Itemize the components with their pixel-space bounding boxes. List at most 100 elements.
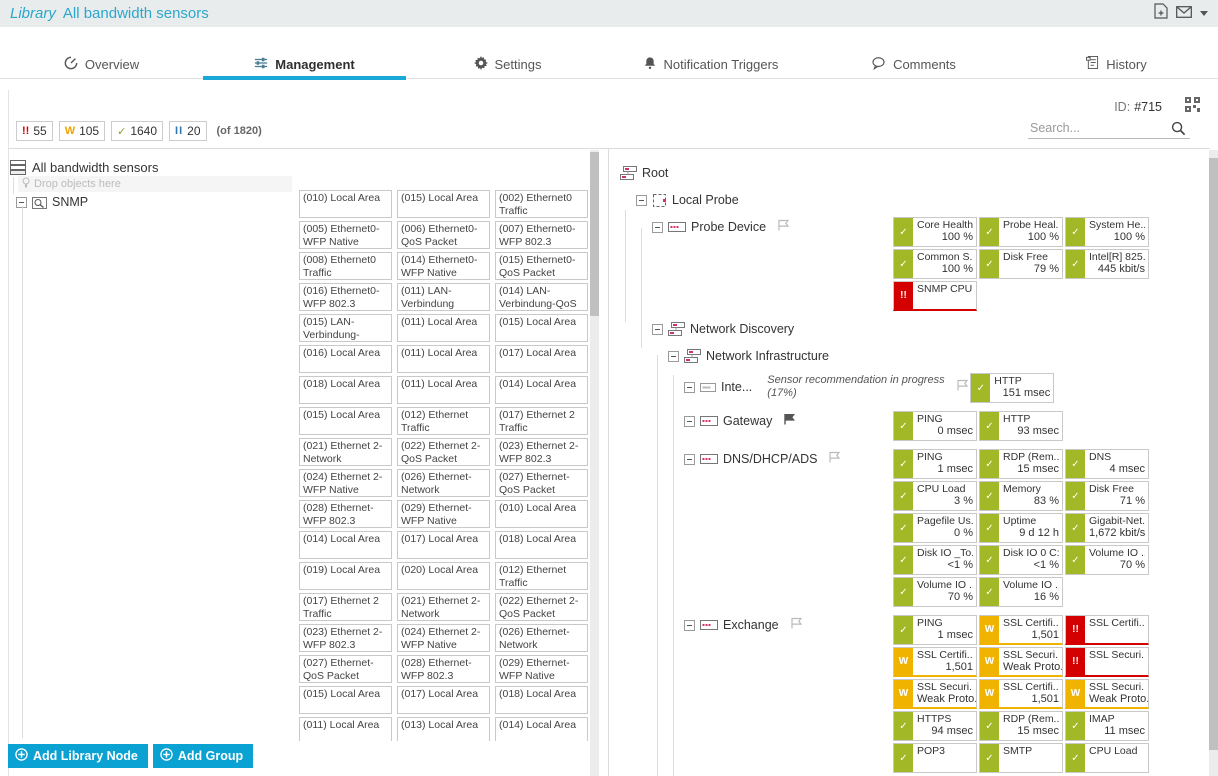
search-input[interactable] [1028,119,1190,139]
library-sensor-box[interactable]: (028) Ethernet-WFP 802.3 [299,500,392,528]
library-sensor-box[interactable]: (021) Ethernet 2-Network [397,593,490,621]
tree-node-label[interactable]: Inte... [721,379,752,395]
tree-collapse-toggle[interactable] [652,324,663,335]
sensor-chip[interactable]: ✓System He...100 % [1065,217,1149,247]
sensor-chip[interactable]: !!SSL Securi... [1065,647,1149,677]
tab-notification-triggers[interactable]: Notification Triggers [609,50,812,78]
breadcrumb[interactable]: Library [10,5,56,22]
library-sensor-box[interactable]: (026) Ethernet-Network [397,469,490,497]
library-sensor-box[interactable]: (011) Local Area [299,717,392,741]
sensor-chip[interactable]: WSSL Securi...Weak Proto... [1065,679,1149,709]
library-sensor-box[interactable]: (018) Local Area [495,686,588,714]
library-sensor-box[interactable]: (006) Ethernet0-QoS Packet [397,221,490,249]
sensor-chip[interactable]: ✓RDP (Rem...15 msec [979,711,1063,741]
new-object-icon[interactable] [1154,3,1168,24]
library-sensor-box[interactable]: (016) Ethernet0-WFP 802.3 [299,283,392,311]
drop-target[interactable]: Drop objects here [18,176,292,192]
sensor-chip[interactable]: ✓Disk IO 0 C:<1 % [979,545,1063,575]
library-sensor-box[interactable]: (014) Local Area [299,531,392,559]
sensor-chip[interactable]: ✓RDP (Rem...15 msec [979,449,1063,479]
sensor-chip[interactable]: WSSL Certifi...1,501 [893,647,977,677]
flag-icon[interactable] [777,218,791,236]
library-sensor-box[interactable]: (023) Ethernet 2-WFP 802.3 [299,624,392,652]
library-sensor-box[interactable]: (011) Local Area [397,345,490,373]
sensor-chip[interactable]: !!SSL Certifi... [1065,615,1149,645]
sensor-chip[interactable]: ✓Volume IO ...70 % [1065,545,1149,575]
sensor-chip[interactable]: ✓Intel[R] 825...445 kbit/s [1065,249,1149,279]
ok-count-badge[interactable]: ✓1640 [111,121,163,141]
flag-icon[interactable] [790,616,804,634]
library-sensor-box[interactable]: (011) Local Area [397,314,490,342]
sensor-chip[interactable]: ✓Gigabit-Net...1,672 kbit/s [1065,513,1149,543]
sensor-chip[interactable]: ✓CPU Load3 % [893,481,977,511]
library-sensor-box[interactable]: (023) Ethernet 2-WFP 802.3 [495,438,588,466]
sensor-chip[interactable]: ✓DNS4 msec [1065,449,1149,479]
sensor-chip[interactable]: ✓Volume IO ...16 % [979,577,1063,607]
library-sensor-box[interactable]: (008) Ethernet0 Traffic [299,252,392,280]
library-sensor-box[interactable]: (017) Ethernet 2 Traffic [299,593,392,621]
qr-code-icon[interactable] [1185,97,1200,117]
library-sensor-box[interactable]: (014) Local Area [495,717,588,741]
device-tree-scrollbar[interactable] [1209,150,1218,776]
tree-node-label[interactable]: Gateway [723,413,772,429]
tab-settings[interactable]: Settings [406,50,609,78]
sensor-chip[interactable]: ✓Uptime9 d 12 h [979,513,1063,543]
sensor-chip[interactable]: ✓SMTP [979,743,1063,773]
library-sensor-box[interactable]: (021) Ethernet 2-Network [299,438,392,466]
library-sensor-box[interactable]: (017) Local Area [397,531,490,559]
library-sensor-box[interactable]: (012) Ethernet Traffic [495,562,588,590]
sensor-chip[interactable]: ✓Probe Heal...100 % [979,217,1063,247]
tab-management[interactable]: Management [203,50,406,78]
chevron-down-icon[interactable] [1200,11,1208,16]
library-tree-scrollbar[interactable] [590,150,599,776]
library-sensor-box[interactable]: (012) Ethernet Traffic [397,407,490,435]
library-sensor-box[interactable]: (029) Ethernet-WFP Native [495,655,588,683]
library-sensor-box[interactable]: (015) Local Area [299,407,392,435]
library-sensor-box[interactable]: (018) Local Area [299,376,392,404]
sensor-chip[interactable]: ✓Memory83 % [979,481,1063,511]
warning-count-badge[interactable]: W105 [59,121,105,141]
library-sensor-box[interactable]: (018) Local Area [495,531,588,559]
library-sensor-box[interactable]: (027) Ethernet-QoS Packet [495,469,588,497]
library-sensor-box[interactable]: (011) Local Area [397,376,490,404]
library-sensor-box[interactable]: (028) Ethernet-WFP 802.3 [397,655,490,683]
scrollbar-thumb[interactable] [1209,158,1218,750]
library-sensor-box[interactable]: (013) Local Area [397,717,490,741]
sensor-chip[interactable]: ✓PING0 msec [893,411,977,441]
sensor-chip[interactable]: ✓Core Health100 % [893,217,977,247]
library-sensor-box[interactable]: (002) Ethernet0 Traffic [495,190,588,218]
tree-collapse-toggle[interactable] [684,454,695,465]
sensor-chip[interactable]: ✓Pagefile Us...0 % [893,513,977,543]
scrollbar-thumb[interactable] [590,152,599,316]
flag-icon[interactable] [783,412,797,430]
library-sensor-box[interactable]: (022) Ethernet 2-QoS Packet [495,593,588,621]
library-sensor-box[interactable]: (015) LAN-Verbindung- [299,314,392,342]
paused-count-badge[interactable]: II20 [169,121,206,141]
tree-collapse-toggle[interactable] [684,382,695,393]
flag-icon[interactable] [828,450,842,468]
tree-node-label[interactable]: Probe Device [691,219,766,235]
tab-comments[interactable]: Comments [812,50,1015,78]
tab-history[interactable]: History [1015,50,1218,78]
sensor-chip[interactable]: ✓Common S...100 % [893,249,977,279]
library-sensor-box[interactable]: (017) Local Area [397,686,490,714]
library-sensor-box[interactable]: (015) Local Area [397,190,490,218]
sensor-chip[interactable]: ✓IMAP11 msec [1065,711,1149,741]
sensor-chip[interactable]: ✓HTTPS94 msec [893,711,977,741]
tree-collapse-toggle[interactable] [684,416,695,427]
sensor-chip[interactable]: !!SNMP CPU... [893,281,977,311]
sensor-chip[interactable]: ✓Volume IO ...70 % [893,577,977,607]
library-sensor-box[interactable]: (024) Ethernet 2-WFP Native [299,469,392,497]
library-sensor-box[interactable]: (020) Local Area [397,562,490,590]
sensor-chip[interactable]: WSSL Certifi...1,501 [979,679,1063,709]
sensor-chip[interactable]: ✓PING1 msec [893,449,977,479]
library-sensor-box[interactable]: (019) Local Area [299,562,392,590]
library-sensor-box[interactable]: (010) Local Area [495,500,588,528]
sensor-chip[interactable]: WSSL Securi...Weak Proto... [893,679,977,709]
library-sensor-box[interactable]: (015) Ethernet0-QoS Packet [495,252,588,280]
sensor-chip[interactable]: ✓PING1 msec [893,615,977,645]
library-sensor-box[interactable]: (005) Ethernet0-WFP Native [299,221,392,249]
sensor-chip[interactable]: ✓Disk Free79 % [979,249,1063,279]
library-sensor-box[interactable]: (017) Local Area [495,345,588,373]
email-icon[interactable] [1176,5,1192,23]
